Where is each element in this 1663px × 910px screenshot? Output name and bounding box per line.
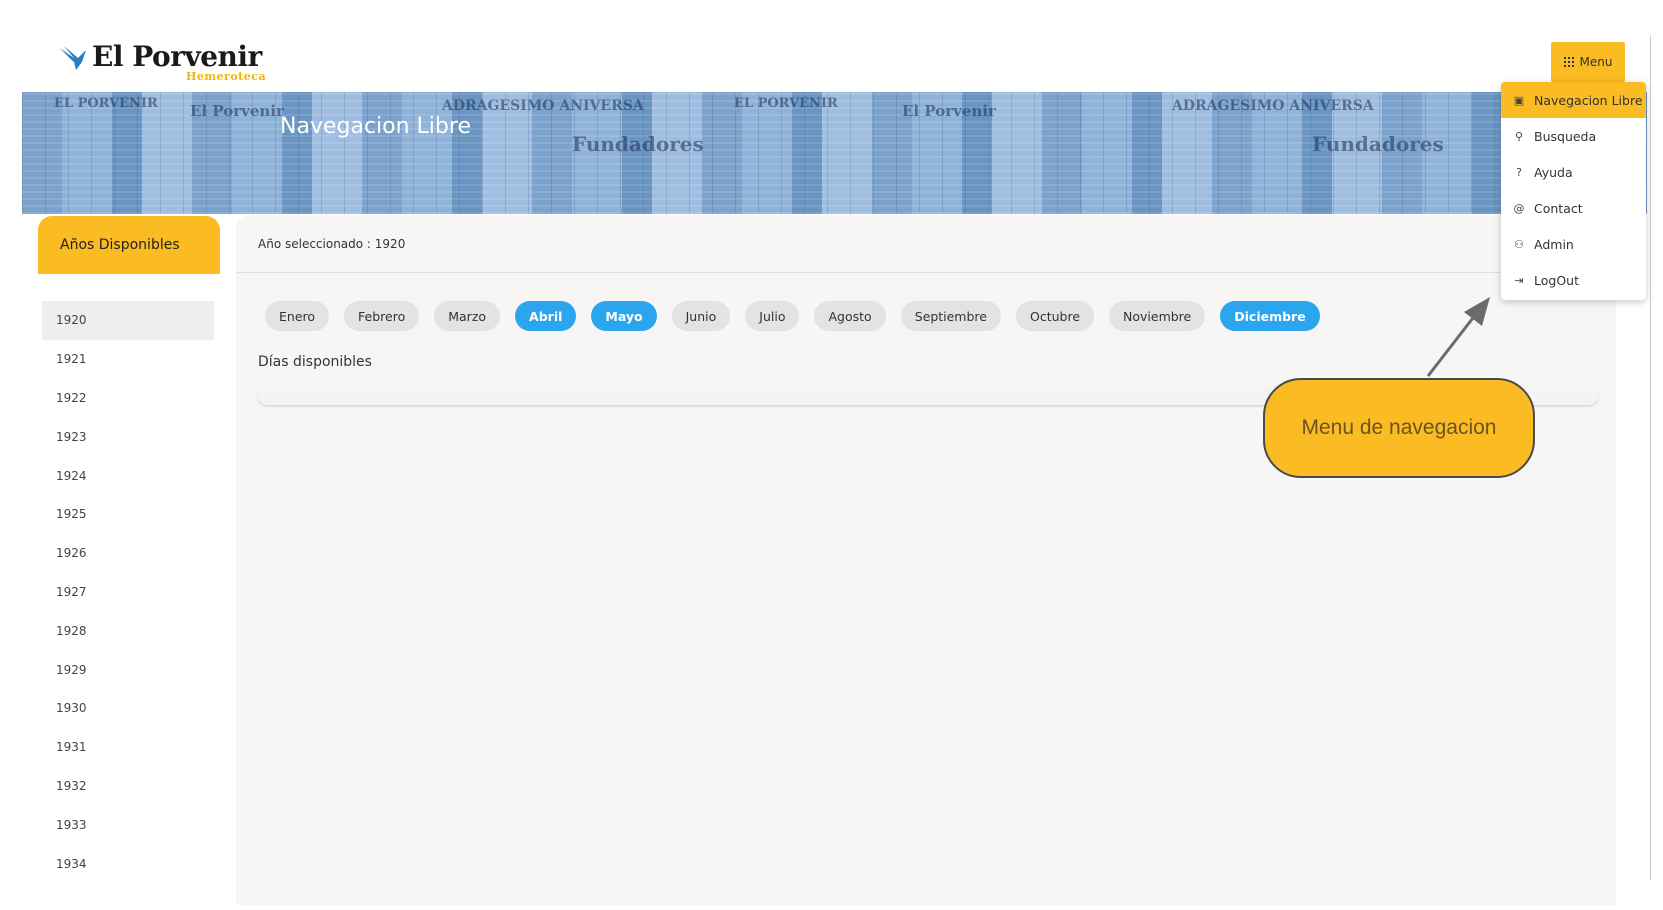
menu-item-ayuda[interactable]: ? Ayuda — [1501, 154, 1646, 190]
logo-title: El Porvenir — [92, 40, 262, 73]
main-panel: Año seleccionado : 1920 Enero Febrero Ma… — [236, 215, 1616, 905]
page-edge-divider — [1650, 35, 1651, 880]
year-item-1929[interactable]: 1929 — [42, 650, 214, 689]
year-item-1923[interactable]: 1923 — [42, 417, 214, 456]
logout-icon: ⇥ — [1514, 273, 1524, 287]
menu-item-navegacion-libre[interactable]: ▣ Navegacion Libre — [1501, 82, 1646, 118]
years-tab: Años Disponibles — [38, 216, 220, 274]
grid-icon — [1563, 57, 1574, 67]
year-item-1921[interactable]: 1921 — [42, 340, 214, 379]
month-chip-abril[interactable]: Abril — [515, 301, 577, 331]
banner-newspaper-word: Fundadores — [572, 132, 704, 156]
month-list: Enero Febrero Marzo Abril Mayo Junio Jul… — [265, 301, 1320, 331]
year-item-1928[interactable]: 1928 — [42, 611, 214, 650]
month-chip-octubre[interactable]: Octubre — [1015, 301, 1095, 331]
menu-button[interactable]: Menu — [1551, 42, 1625, 82]
menu-item-label: Ayuda — [1534, 164, 1573, 180]
year-item-1931[interactable]: 1931 — [42, 728, 214, 767]
selected-year-text: Año seleccionado : 1920 — [258, 236, 406, 251]
year-item-1922[interactable]: 1922 — [42, 379, 214, 418]
search-icon: ⚲ — [1514, 129, 1524, 143]
month-chip-diciembre[interactable]: Diciembre — [1220, 301, 1320, 331]
month-chip-julio[interactable]: Julio — [745, 301, 800, 331]
at-icon: @ — [1513, 201, 1525, 215]
menu-item-busqueda[interactable]: ⚲ Busqueda — [1501, 118, 1646, 154]
navigation-dropdown: ▣ Navegacion Libre ⚲ Busqueda ? Ayuda @ … — [1501, 82, 1646, 300]
year-item-1927[interactable]: 1927 — [42, 573, 214, 612]
year-item-1933[interactable]: 1933 — [42, 805, 214, 844]
help-icon: ? — [1516, 165, 1522, 179]
banner-newspaper-word: El Porvenir — [190, 102, 284, 120]
banner-newspaper-word: ADRAGESIMO ANIVERSA — [1172, 98, 1374, 114]
year-item-1934[interactable]: 1934 — [42, 844, 214, 883]
menu-item-admin[interactable]: ⚇ Admin — [1501, 226, 1646, 262]
year-item-1932[interactable]: 1932 — [42, 767, 214, 806]
site-logo[interactable]: El Porvenir Hemeroteca — [56, 40, 286, 86]
banner-newspaper-word: ADRAGESIMO ANIVERSA — [442, 98, 644, 114]
year-item-1924[interactable]: 1924 — [42, 456, 214, 495]
callout-text: Menu de navegacion — [1301, 416, 1497, 439]
menu-item-label: LogOut — [1534, 272, 1579, 288]
header-banner: EL PORVENIR El Porvenir ADRAGESIMO ANIVE… — [22, 92, 1647, 214]
month-chip-mayo[interactable]: Mayo — [591, 301, 657, 331]
folder-image-icon: ▣ — [1513, 93, 1525, 107]
month-chip-septiembre[interactable]: Septiembre — [900, 301, 1001, 331]
year-item-1926[interactable]: 1926 — [42, 534, 214, 573]
year-item-1925[interactable]: 1925 — [42, 495, 214, 534]
years-list: 1920 1921 1922 1923 1924 1925 1926 1927 … — [42, 301, 214, 883]
month-chip-agosto[interactable]: Agosto — [814, 301, 886, 331]
banner-newspaper-word: Fundadores — [1312, 132, 1444, 156]
menu-item-contact[interactable]: @ Contact — [1501, 190, 1646, 226]
month-chip-noviembre[interactable]: Noviembre — [1109, 301, 1206, 331]
page-title: Navegacion Libre — [280, 114, 471, 139]
menu-item-label: Admin — [1534, 236, 1574, 252]
year-item-1920[interactable]: 1920 — [42, 301, 214, 340]
year-item-1930[interactable]: 1930 — [42, 689, 214, 728]
selected-year-header: Año seleccionado : 1920 — [236, 215, 1616, 273]
banner-newspaper-word: El Porvenir — [902, 102, 996, 120]
menu-item-label: Navegacion Libre — [1534, 92, 1643, 108]
callout-box: Menu de navegacion — [1263, 378, 1535, 478]
bird-logo-icon — [56, 46, 86, 70]
menu-button-label: Menu — [1579, 55, 1613, 69]
month-chip-marzo[interactable]: Marzo — [434, 301, 501, 331]
month-chip-enero[interactable]: Enero — [265, 301, 330, 331]
month-chip-febrero[interactable]: Febrero — [344, 301, 420, 331]
years-tab-label: Años Disponibles — [60, 237, 180, 253]
users-icon: ⚇ — [1514, 237, 1524, 251]
banner-newspaper-word: EL PORVENIR — [54, 96, 158, 111]
menu-item-logout[interactable]: ⇥ LogOut — [1501, 262, 1646, 298]
days-label: Días disponibles — [258, 354, 372, 370]
logo-subtitle: Hemeroteca — [186, 70, 267, 83]
menu-item-label: Contact — [1534, 200, 1583, 216]
month-chip-junio[interactable]: Junio — [671, 301, 731, 331]
menu-item-label: Busqueda — [1534, 128, 1597, 144]
banner-newspaper-word: EL PORVENIR — [734, 96, 838, 111]
